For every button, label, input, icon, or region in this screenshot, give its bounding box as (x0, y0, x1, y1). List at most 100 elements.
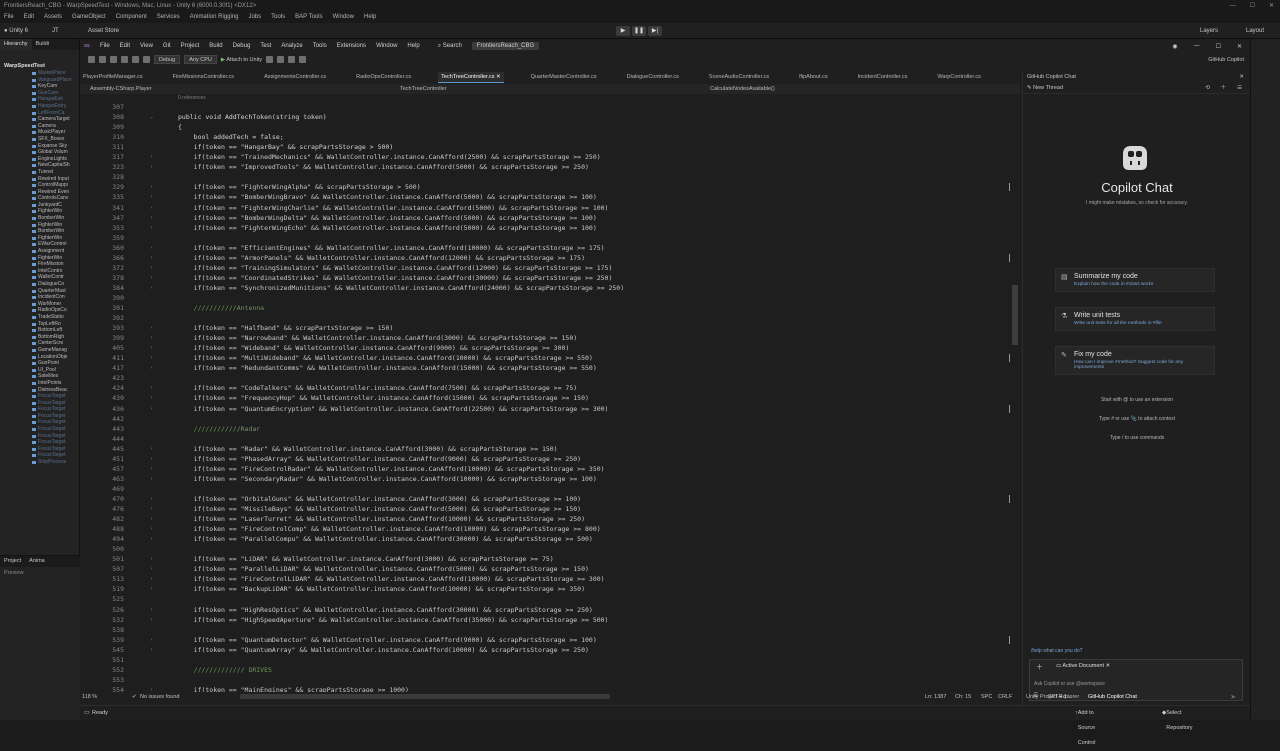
document-tab[interactable]: WarpController.cs (934, 72, 984, 83)
code-line[interactable]: 532 › if(token == "HighSpeedAperture" && … (80, 615, 1020, 625)
hierarchy-item[interactable]: Tunnel (0, 169, 79, 176)
tab-copilot-chat[interactable]: GitHub Copilot Chat (1088, 691, 1137, 703)
tab-build[interactable]: Buildi (32, 39, 53, 50)
code-line[interactable]: 329 › if(token == "FighterWingAlpha" && s… (80, 182, 1020, 192)
hierarchy-item[interactable]: JunkyardC (0, 202, 79, 209)
hierarchy-item[interactable]: FighterWin (0, 222, 79, 229)
fold-chevron-icon[interactable]: › (150, 504, 153, 514)
close-icon[interactable]: ✕ (1269, 0, 1274, 12)
code-line[interactable]: 538 (80, 625, 1020, 635)
editor-vertical-scrollbar[interactable] (1010, 95, 1020, 692)
scrollbar-thumb[interactable] (1012, 285, 1018, 345)
code-line[interactable]: 482 › if(token == "LaserTurret" && Wallet… (80, 514, 1020, 524)
vs-menu-item[interactable]: View (140, 43, 153, 49)
fold-chevron-icon[interactable]: › (150, 494, 153, 504)
hierarchy-item[interactable]: FighterWin (0, 208, 79, 215)
unity-menu-item[interactable]: GameObject (72, 12, 106, 23)
new-thread-button[interactable]: ✎ New Thread (1027, 85, 1063, 91)
code-line[interactable]: 470 › if(token == "OrbitalGuns" && Wallet… (80, 494, 1020, 504)
pause-icon[interactable]: ❚❚ (632, 26, 646, 36)
tab-close-icon[interactable]: ✕ (494, 74, 501, 80)
hierarchy-item[interactable]: Camera (0, 123, 79, 130)
fold-chevron-icon[interactable]: › (150, 283, 153, 293)
fold-chevron-icon[interactable]: › (150, 404, 153, 414)
code-line[interactable]: 353 › if(token == "FighterWingEcho" && Wa… (80, 223, 1020, 233)
code-line[interactable]: 323 › if(token == "ImprovedTools" && Wall… (80, 162, 1020, 172)
code-line[interactable]: 310 bool addedTech = false; (80, 132, 1020, 142)
code-line[interactable]: 308 ⌄ public void AddTechToken(string toke… (80, 112, 1020, 122)
hierarchy-item[interactable]: LocationObje (0, 354, 79, 361)
hierarchy-item[interactable]: FocusTarget (0, 446, 79, 453)
code-line[interactable]: 411 › if(token == "MultiWideband" && Wall… (80, 353, 1020, 363)
new-chat-icon[interactable]: ＋ (1220, 83, 1226, 94)
document-tab[interactable]: PlayerProfileManager.cs (80, 72, 146, 83)
suggestion-card[interactable]: ⚗ Write unit tests Write unit tests for al… (1055, 307, 1215, 331)
hierarchy-item[interactable]: FocusTarget (0, 400, 79, 407)
hierarchy-item[interactable]: Global Volum (0, 149, 79, 156)
attach-unity-button[interactable]: ▶ Attach to Unity (221, 57, 262, 63)
hierarchy-item[interactable]: FocusTarget (0, 413, 79, 420)
hierarchy-item[interactable]: TradeStatio (0, 314, 79, 321)
vs-close-icon[interactable]: ✕ (1237, 43, 1242, 50)
code-line[interactable]: 539 › if(token == "QuantumDetector" && Wa… (80, 635, 1020, 645)
suggestion-card[interactable]: ✎ Fix my code How can I improve #method? S… (1055, 346, 1215, 375)
hierarchy-item[interactable]: WarMoner (0, 301, 79, 308)
document-tab[interactable]: FireMissionsController.cs (170, 72, 237, 83)
code-line[interactable]: 360 › if(token == "EfficientEngines" && W… (80, 243, 1020, 253)
hierarchy-item[interactable]: MusicPlayer (0, 129, 79, 136)
unity-menu-item[interactable]: BAP Tools (295, 12, 322, 23)
unity-menu-item[interactable]: File (4, 12, 14, 23)
fold-chevron-icon[interactable]: › (150, 273, 153, 283)
editor-horizontal-scrollbar[interactable] (240, 694, 610, 699)
code-line[interactable]: 513 › if(token == "FireControlLiDAR" && W… (80, 574, 1020, 584)
fold-chevron-icon[interactable]: › (150, 514, 153, 524)
search-box[interactable]: ⌕ Search (438, 43, 462, 50)
toolbar-icon-c[interactable] (288, 56, 296, 63)
hierarchy-item[interactable]: Expanse Sky (0, 143, 79, 150)
fold-chevron-icon[interactable]: › (150, 343, 153, 353)
hierarchy-item[interactable]: VanguardPlace (0, 77, 79, 84)
hierarchy-item[interactable]: EWarControl (0, 241, 79, 248)
fold-chevron-icon[interactable]: › (150, 615, 153, 625)
add-context-icon[interactable]: ＋ (1036, 662, 1043, 672)
hierarchy-item[interactable]: BomberWin (0, 228, 79, 235)
code-line[interactable]: 526 › if(token == "HighResOptics" && Wall… (80, 605, 1020, 615)
hierarchy-item[interactable]: FocusTarget (0, 433, 79, 440)
code-line[interactable]: 335 › if(token == "BomberWingBravo" && Wa… (80, 192, 1020, 202)
zoom-level[interactable]: 118 % (82, 692, 97, 702)
hierarchy-item[interactable]: DistressBeac (0, 387, 79, 394)
hierarchy-item[interactable]: RadioOpsCo (0, 307, 79, 314)
code-line[interactable]: 378 › if(token == "CoordinatedStrikes" &&… (80, 273, 1020, 283)
jt-account[interactable]: JT (52, 26, 59, 36)
hierarchy-item[interactable]: UI_Pool (0, 367, 79, 374)
fold-chevron-icon[interactable]: › (150, 635, 153, 645)
hierarchy-item[interactable]: HangarEntry (0, 103, 79, 110)
unity-menu-item[interactable]: Assets (44, 12, 62, 23)
hierarchy-item[interactable]: NewCapitalSh (0, 162, 79, 169)
document-tab[interactable]: DialogueController.cs (624, 72, 682, 83)
fold-chevron-icon[interactable]: › (150, 363, 153, 373)
code-line[interactable]: 436 › if(token == "QuantumEncryption" && … (80, 404, 1020, 414)
hierarchy-item[interactable]: FocusTarget (0, 419, 79, 426)
vs-menu-item[interactable]: Debug (233, 43, 251, 49)
hierarchy-item[interactable]: SFX_Boxes (0, 136, 79, 143)
hierarchy-item[interactable]: ControlMappi (0, 182, 79, 189)
fold-chevron-icon[interactable]: › (150, 182, 153, 192)
code-line[interactable]: 309 { (80, 122, 1020, 132)
fold-chevron-icon[interactable]: › (150, 605, 153, 615)
document-tab[interactable]: RadioOpsController.cs (353, 72, 414, 83)
hierarchy-item[interactable]: BottomLeft (0, 327, 79, 334)
unity-menu-item[interactable]: Help (364, 12, 376, 23)
code-line[interactable]: 307 (80, 102, 1020, 112)
code-line[interactable]: 393 › if(token == "Halfband" && scrapPart… (80, 323, 1020, 333)
code-line[interactable]: 445 › if(token == "Radar" && WalletContro… (80, 444, 1020, 454)
fold-chevron-icon[interactable]: › (150, 353, 153, 363)
codelens-references[interactable]: 0 references (178, 95, 206, 101)
nav-member-dropdown[interactable]: CalculateNodesAvailable() (710, 84, 775, 94)
fold-chevron-icon[interactable]: › (150, 524, 153, 534)
toolbar-icon-b[interactable] (277, 56, 285, 63)
fold-chevron-icon[interactable]: › (150, 152, 153, 162)
save-all-icon[interactable] (121, 56, 128, 63)
code-line[interactable]: 554 › if(token == "MainEngines" && scrapP… (80, 685, 1020, 692)
hierarchy-item[interactable]: CameraTarget (0, 116, 79, 123)
